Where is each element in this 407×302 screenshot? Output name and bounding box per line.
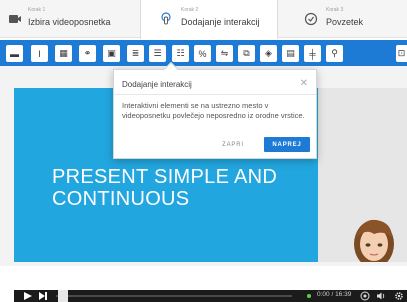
add-interactions-dialog: Dodajanje interakcij ✕ Interaktivni elem… [113,61,317,159]
time-display: 0:00 / 16:39 [317,291,352,298]
find-hotspot-icon[interactable]: ⚲ [326,45,343,62]
crossroads-icon[interactable]: ⧉ [238,45,255,62]
next-button[interactable]: NAPREJ [264,137,310,152]
navigation-hotspot-icon[interactable]: ◈ [260,45,277,62]
settings-icon[interactable] [394,291,404,301]
teacher-avatar [354,219,394,262]
slide-title: PRESENT SIMPLE AND CONTINUOUS [52,166,278,210]
tab-step-1[interactable]: Korak 1 Izbira videoposnetka [0,0,140,38]
play-icon[interactable] [24,292,32,300]
close-button[interactable]: ZAPRI [206,137,260,152]
dialog-title: Dodajanje interakcij [122,80,192,89]
close-icon[interactable]: ✕ [300,78,308,89]
interaction-marker [307,294,311,298]
interactions-toolbar: ▬ I ▦ ⚭ ▣ ≣ ☰ ☷ % ⇋ ⧉ ◈ ▤ ╪ ⚲ ⊡ [0,40,407,66]
text-icon[interactable]: I [31,45,48,62]
bookmarks-icon[interactable] [360,291,370,301]
drag-drop-icon[interactable]: ╪ [304,45,321,62]
mark-words-icon[interactable]: ▤ [282,45,299,62]
statements-icon[interactable]: ≣ [127,45,144,62]
fill-blanks-icon[interactable]: % [194,45,211,62]
more-icon[interactable]: ⊡ [396,45,407,62]
tab-step-2[interactable]: Korak 2 Dodajanje interakcij [140,0,278,39]
video-camera-icon [9,15,21,23]
multiple-choice-icon[interactable]: ☷ [172,45,189,62]
wizard-steps: Korak 1 Izbira videoposnetka Korak 2 Dod… [0,0,407,39]
seek-bar[interactable] [56,295,292,297]
link-icon[interactable]: ⚭ [79,45,96,62]
image-icon[interactable]: ▣ [103,45,120,62]
tab-step-number: Korak 1 [28,7,46,13]
tab-step-number: Korak 3 [326,7,344,13]
tab-step-3[interactable]: Korak 3 Povzetek [278,0,407,38]
skip-next-icon[interactable] [39,292,47,300]
tab-step-number: Korak 2 [181,7,199,13]
video-side-panel [318,88,407,262]
tab-step-name: Dodajanje interakcij [181,17,260,27]
volume-icon[interactable] [376,291,386,301]
drag-text-icon[interactable]: ⇋ [216,45,233,62]
table-icon[interactable]: ▦ [55,45,72,62]
single-choice-icon[interactable]: ☰ [149,45,166,62]
hand-pointer-icon [161,12,171,25]
dialog-message: Interaktivni elementi se na ustrezno mes… [122,101,305,120]
tab-step-name: Izbira videoposnetka [28,17,111,27]
tab-step-name: Povzetek [326,17,364,27]
checkmark-circle-icon [304,12,318,26]
seek-handle[interactable] [58,290,68,302]
video-player-bar: 0:00 / 16:39 [14,290,407,302]
label-icon[interactable]: ▬ [6,45,23,62]
dialog-divider [114,94,316,95]
